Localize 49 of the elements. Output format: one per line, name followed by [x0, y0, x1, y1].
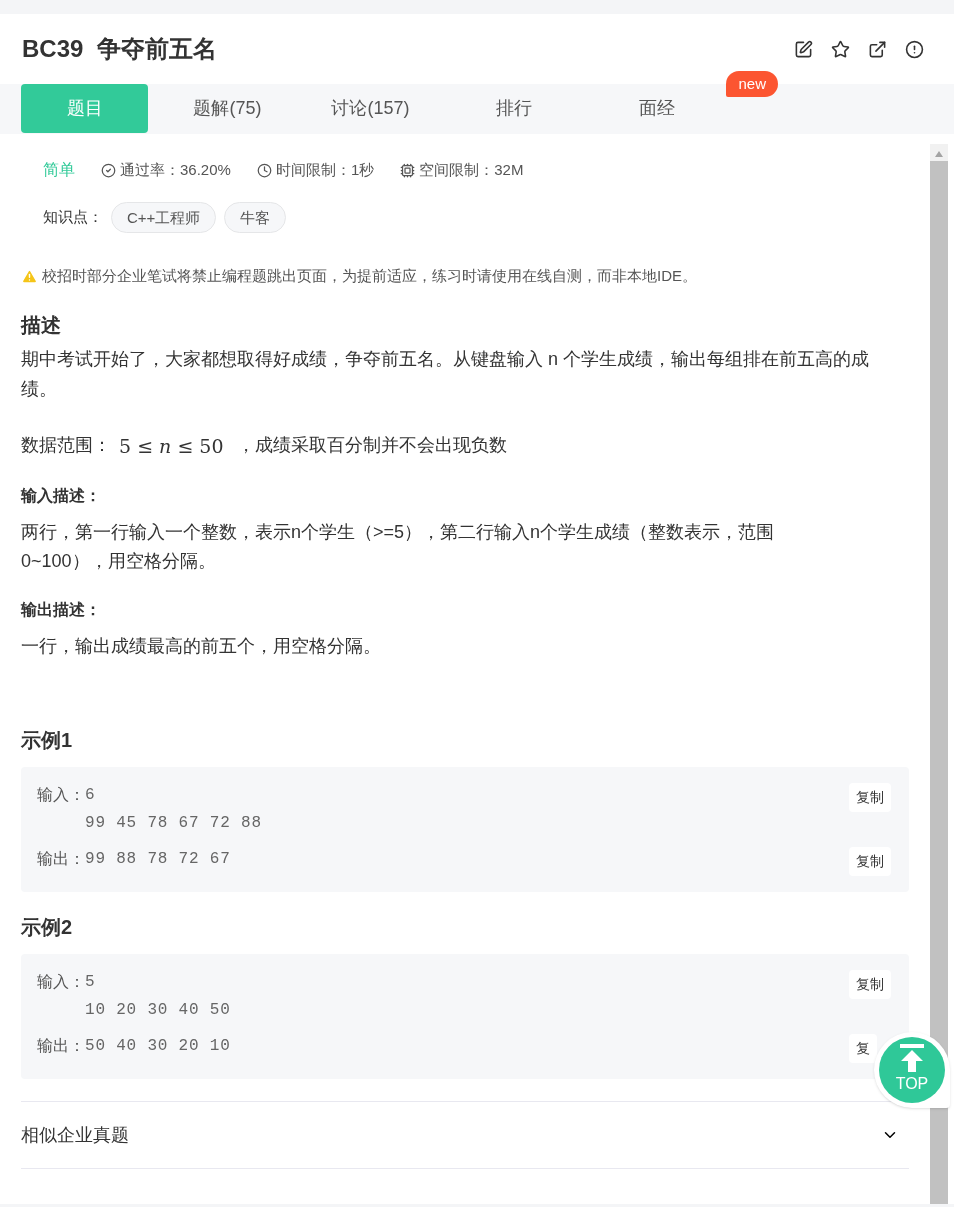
description-text: 期中考试开始了，大家都想取得好成绩，争夺前五名。从键盘输入 n 个学生成绩，输出每组排在前五高的成绩。: [21, 347, 870, 401]
output-label: 输出：: [37, 1036, 85, 1056]
input-label: 输入：: [37, 785, 85, 805]
tag[interactable]: C++工程师: [111, 202, 217, 233]
chip-icon: [400, 162, 416, 178]
knowledge-label: 知识点：: [43, 207, 103, 228]
code-line: 99 88 78 72 67: [85, 849, 232, 870]
alert-icon[interactable]: [905, 39, 924, 59]
section-heading: 描述: [21, 312, 62, 338]
tab[interactable]: 题解(75): [164, 84, 291, 133]
pass-rate: 通过率：36.20%: [120, 159, 231, 180]
copy-button[interactable]: 复制: [849, 970, 891, 999]
code-line: 10 20 30 40 50: [85, 1000, 232, 1021]
similar-questions-toggle[interactable]: 相似企业真题: [21, 1121, 129, 1149]
copy-button[interactable]: 复制: [849, 847, 891, 876]
tab[interactable]: 讨论(157): [307, 84, 434, 133]
clock-icon: [256, 162, 272, 178]
tag[interactable]: 牛客: [224, 202, 287, 233]
code-line: 6: [85, 785, 97, 806]
code-line: 50 40 30 20 10: [85, 1036, 232, 1057]
notice-text: 校招时部分企业笔试将禁止编程题跳出页面，为提前适应，练习时请使用在线自测，而非本地IDE。: [42, 266, 697, 286]
section-heading: 示例1: [21, 728, 74, 753]
time-limit: 时间限制：1秒: [275, 159, 375, 180]
section-heading: 示例2: [21, 915, 74, 940]
input-description: 两行，第一行输入一个整数，表示n个学生（>=5），第二行输入n个学生成绩（整数表示，范围0~100），用空格分隔。: [21, 521, 776, 573]
difficulty-label: 简单: [43, 160, 75, 180]
scrollbar[interactable]: [930, 144, 948, 1204]
range-label: 数据范围：: [21, 434, 111, 458]
tab[interactable]: 排行: [450, 84, 577, 133]
upload-arrow-icon: [899, 1044, 925, 1072]
problem-title: BC39 争夺前五名: [22, 34, 217, 64]
space-limit: 空间限制：32M: [419, 159, 524, 180]
section-heading: 输入描述：: [21, 486, 102, 506]
edit-icon[interactable]: [794, 39, 813, 59]
copy-button[interactable]: 复制: [849, 783, 891, 812]
code-line: 5: [85, 972, 97, 993]
math-formula: 5 ≤ n ≤ 50: [119, 433, 224, 459]
code-line: 99 45 78 67 72 88: [85, 813, 263, 834]
output-description: 一行，输出成绩最高的前五个，用空格分隔。: [21, 635, 382, 658]
check-icon: [101, 162, 116, 178]
share-icon[interactable]: [868, 39, 887, 59]
copy-button[interactable]: 复: [849, 1034, 877, 1063]
new-badge: new: [726, 71, 778, 97]
output-label: 输出：: [37, 849, 85, 869]
warning-icon: [21, 267, 38, 285]
section-heading: 输出描述：: [21, 600, 102, 620]
input-label: 输入：: [37, 972, 85, 992]
star-icon[interactable]: [831, 39, 850, 59]
range-text: ，成绩采取百分制并不会出现负数: [235, 434, 507, 458]
